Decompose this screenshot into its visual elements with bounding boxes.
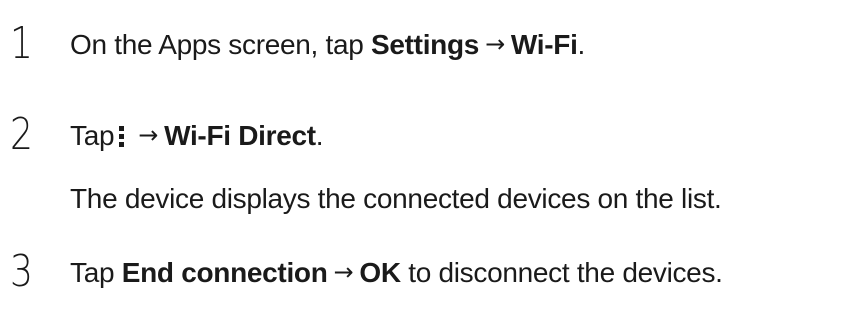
more-options-icon — [119, 126, 125, 147]
instruction-text: On the Apps screen, tap — [70, 29, 371, 60]
step-instruction: Tap → Wi-Fi Direct. — [70, 119, 324, 153]
punctuation: . — [577, 29, 586, 60]
wifi-direct-label: Wi-Fi Direct — [164, 120, 316, 151]
arrow-right-icon: → — [138, 121, 159, 149]
step-instruction: Tap End connection → OK to disconnect the … — [70, 256, 723, 290]
arrow-right-icon: → — [485, 30, 505, 58]
instruction-text: Tap — [70, 120, 115, 151]
step-note: The device displays the connected device… — [70, 183, 722, 214]
step-number: 1 — [10, 18, 33, 69]
step-number: 2 — [10, 109, 33, 160]
settings-label: Settings — [371, 29, 480, 60]
step-number: 3 — [10, 246, 33, 297]
step-instruction: On the Apps screen, tap Settings → Wi-Fi. — [70, 28, 585, 62]
arrow-right-icon: → — [333, 258, 354, 286]
end-connection-label: End connection — [121, 257, 328, 288]
instruction-text: Tap — [70, 257, 122, 288]
wifi-label: Wi-Fi — [510, 29, 578, 60]
instruction-text: to disconnect the devices. — [400, 257, 723, 288]
punctuation: . — [315, 120, 324, 151]
ok-label: OK — [359, 257, 401, 288]
